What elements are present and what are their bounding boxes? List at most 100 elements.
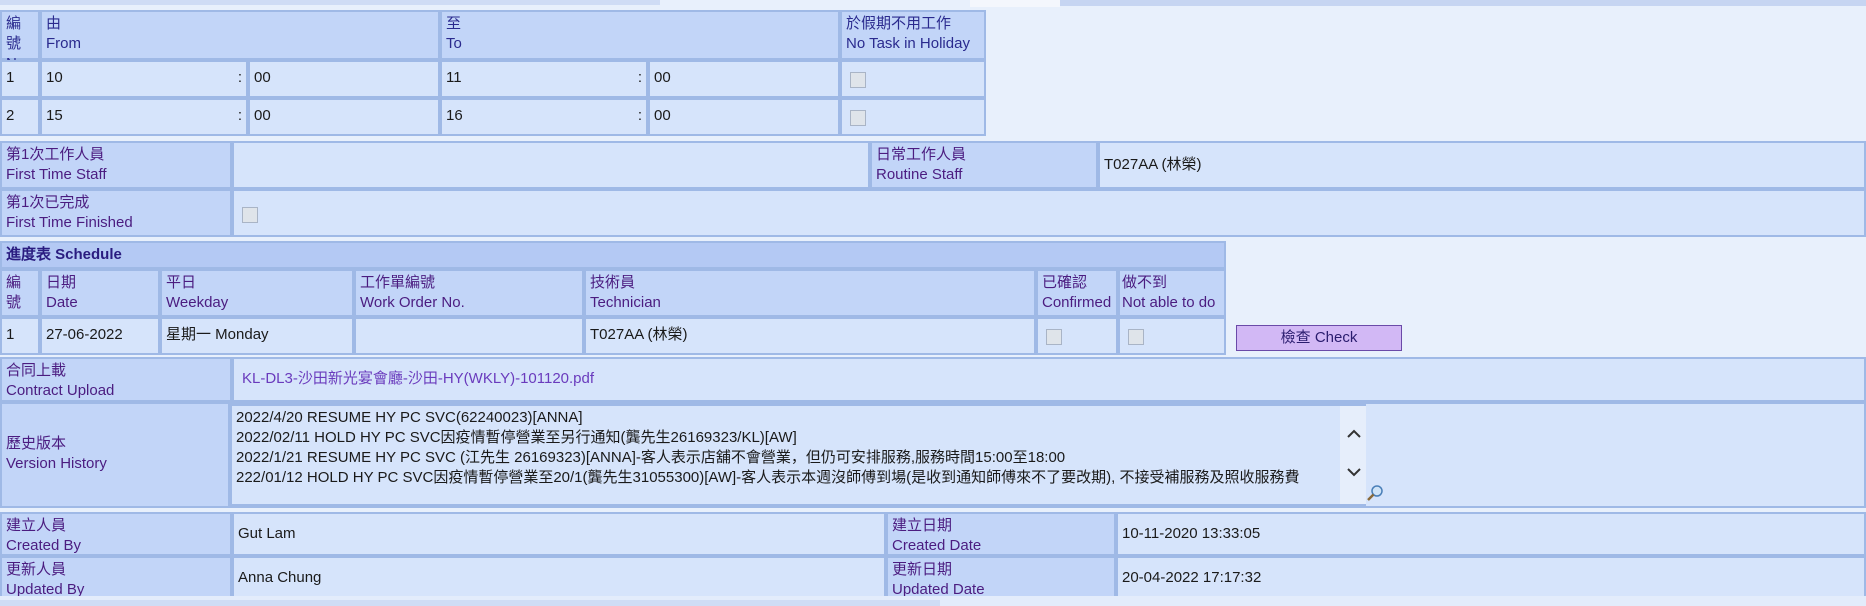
contract-upload-label-en: Contract Upload [6,382,115,399]
chevron-down-icon[interactable] [1342,462,1366,486]
created-by-label-en: Created By [6,537,82,554]
version-history-textarea[interactable]: 2022/4/20 RESUME HY PC SVC(62240023)[ANN… [230,404,1366,506]
row-2-to-minute[interactable]: 00 [648,98,840,136]
schedule-header-weekday: 平日 Weekday [160,269,354,317]
updated-by-value: Anna Chung [232,556,886,600]
schedule-row-1-work-order [354,317,584,355]
schedule-header-confirmed: 已確認 Confirmed [1036,269,1118,317]
schedule-row-1-confirmed [1036,317,1118,355]
history-line: 222/01/12 HOLD HY PC SVC因疫情暫停營業至20/1(龔先生… [236,469,1300,486]
first-time-staff-label-en: First Time Staff [6,166,107,183]
header-to-en: To [446,35,462,52]
bottom-strip-left [0,600,940,606]
row-2-from-hour-value: 15 [46,107,63,124]
schedule-header-date-en: Date [46,294,78,311]
top-strip [0,0,1866,8]
schedule-header-technician-zh: 技術員 [590,274,636,291]
version-history-label-en: Version History [6,455,107,472]
first-time-finished-label-zh: 第1次已完成 [6,194,90,211]
header-from-zh: 由 [46,15,62,32]
contract-upload-label: 合同上載 Contract Upload [0,357,232,402]
header-to-zh: 至 [446,15,462,32]
created-date-label-en: Created Date [892,537,982,554]
schedule-title: 進度表 Schedule [0,241,1226,269]
chevron-up-icon[interactable] [1342,424,1366,448]
schedule-row-1-date: 27-06-2022 [40,317,160,355]
check-button[interactable]: 檢查 Check [1236,325,1402,351]
row-1-from-minute[interactable]: 00 [248,60,440,98]
schedule-header-weekday-zh: 平日 [166,274,197,291]
row-2-holiday [840,98,986,136]
header-to: 至 To [440,10,840,60]
top-strip-left [0,0,660,5]
header-from: 由 From [40,10,440,60]
top-strip-right [1060,0,1866,6]
updated-date-label: 更新日期 Updated Date [886,556,1116,600]
colon: : [237,69,242,86]
header-holiday-zh: 於假期不用工作 [846,15,952,32]
row-2-holiday-checkbox[interactable] [850,110,866,127]
row-1-to-hour[interactable]: 11 : [440,60,648,98]
row-1-no: 1 [0,60,40,98]
row-2-to-hour[interactable]: 16 : [440,98,648,136]
row-1-from-hour[interactable]: 10 : [40,60,248,98]
routine-staff-value[interactable]: T027AA (林榮) [1098,141,1866,189]
first-time-finished-value [232,189,1866,237]
row-1-to-minute[interactable]: 00 [648,60,840,98]
routine-staff-label-en: Routine Staff [876,166,963,183]
contract-upload-value: KL-DL3-沙田新光宴會廳-沙田-HY(WKLY)-101120.pdf [232,357,1866,402]
bottom-strip [0,596,1866,606]
schedule-header-not-able-en: Not able to do [1122,294,1216,311]
first-time-finished-label: 第1次已完成 First Time Finished [0,189,232,237]
created-date-value: 10-11-2020 13:33:05 [1116,512,1866,556]
magnifier-icon[interactable] [1366,484,1384,502]
schedule-row-1-confirmed-checkbox[interactable] [1046,329,1062,346]
history-scrollbar[interactable] [1340,406,1366,504]
schedule-row-1-not-able-checkbox[interactable] [1128,329,1144,346]
first-time-staff-value[interactable] [232,141,870,189]
schedule-header-confirmed-en: Confirmed [1042,294,1112,311]
colon: : [237,107,242,124]
created-by-value: Gut Lam [232,512,886,556]
schedule-header-work-order: 工作單編號 Work Order No. [354,269,584,317]
created-by-label: 建立人員 Created By [0,512,232,556]
header-from-en: From [46,35,81,52]
schedule-row-1-no: 1 [0,317,40,355]
updated-date-label-zh: 更新日期 [892,561,953,578]
updated-by-label: 更新人員 Updated By [0,556,232,600]
schedule-header-not-able-zh: 做不到 [1122,274,1168,291]
schedule-header-confirmed-zh: 已確認 [1042,274,1088,291]
schedule-header-technician: 技術員 Technician [584,269,1036,317]
schedule-row-1-not-able [1118,317,1226,355]
row-2-from-hour[interactable]: 15 : [40,98,248,136]
schedule-header-date-zh: 日期 [46,274,77,291]
row-2-to-hour-value: 16 [446,107,463,124]
first-time-finished-label-en: First Time Finished [6,214,133,231]
contract-pdf-link[interactable]: KL-DL3-沙田新光宴會廳-沙田-HY(WKLY)-101120.pdf [242,370,594,387]
history-line: 2022/4/20 RESUME HY PC SVC(62240023)[ANN… [236,409,583,426]
schedule-header-no: 編號 No. [0,269,40,331]
colon: : [637,69,642,86]
contract-upload-label-zh: 合同上載 [6,362,67,379]
history-line: 2022/02/11 HOLD HY PC SVC因疫情暫停營業至另行通知(龔先… [236,429,797,446]
row-2-from-minute[interactable]: 00 [248,98,440,136]
created-date-label-zh: 建立日期 [892,517,953,534]
header-holiday-en: No Task in Holiday [846,35,970,52]
header-no-zh: 編號 [6,15,22,52]
updated-date-value: 20-04-2022 17:17:32 [1116,556,1866,600]
row-1-holiday [840,60,986,98]
updated-by-label-zh: 更新人員 [6,561,67,578]
row-1-from-hour-value: 10 [46,69,63,86]
history-line: 2022/1/21 RESUME HY PC SVC (江先生 26169323… [236,449,1066,466]
header-holiday: 於假期不用工作 No Task in Holiday [840,10,986,60]
row-2-no: 2 [0,98,40,136]
created-by-label-zh: 建立人員 [6,517,67,534]
schedule-header-work-order-zh: 工作單編號 [360,274,436,291]
version-history-label-zh: 歷史版本 [6,435,67,452]
routine-staff-label: 日常工作人員 Routine Staff [870,141,1098,189]
row-1-holiday-checkbox[interactable] [850,72,866,89]
schedule-header-technician-en: Technician [590,294,661,311]
first-time-finished-checkbox[interactable] [242,207,258,224]
header-no: 編號 No. [0,10,40,72]
schedule-header-weekday-en: Weekday [166,294,229,311]
